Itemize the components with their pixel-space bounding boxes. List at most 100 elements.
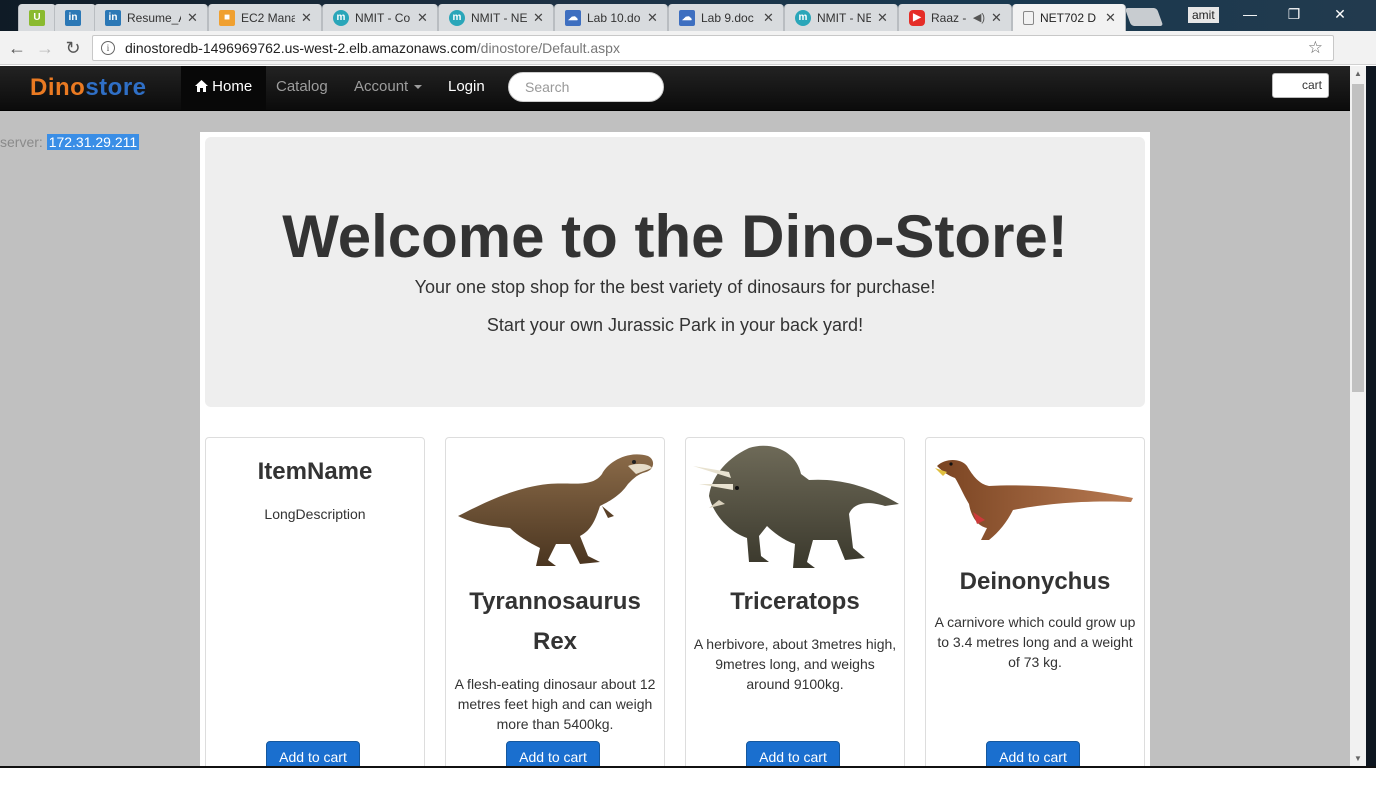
browser-tab-active[interactable]: NET702 D ✕ xyxy=(1012,4,1126,31)
product-card: ItemName LongDescription Add to cart xyxy=(205,437,425,766)
product-name: ItemName xyxy=(257,458,373,485)
jumbotron: Welcome to the Dino-Store! Your one stop… xyxy=(205,137,1145,407)
nav-home[interactable]: Home xyxy=(181,66,267,110)
caret-down-icon xyxy=(414,85,423,90)
window-close-icon[interactable]: ✕ xyxy=(1320,4,1360,26)
forward-arrow-icon[interactable]: → xyxy=(34,37,56,59)
profile-name[interactable]: amit xyxy=(1188,7,1219,23)
bottom-edge xyxy=(0,766,1376,788)
browser-toolbar: ← → ↻ i dinostoredb-1496969762.us-west-2… xyxy=(0,31,1376,88)
tab-title: Lab 10.do xyxy=(587,10,641,25)
upwork-icon: U xyxy=(29,9,45,26)
browser-tab[interactable]: ☁ Lab 10.do ✕ xyxy=(554,4,668,31)
deinonychus-image xyxy=(935,460,1133,540)
tagline: Your one stop shop for the best variety … xyxy=(414,277,936,297)
page-viewport: Dinostore Home Catalog Account Login car… xyxy=(0,66,1350,766)
brand-part-2: store xyxy=(85,74,147,101)
subtagline: Start your own Jurassic Park in your bac… xyxy=(486,315,864,335)
site-brand[interactable]: Dinostore xyxy=(30,74,147,102)
product-card: Deinonychus A carnivore which could grow… xyxy=(925,437,1145,766)
browser-tab[interactable]: U xyxy=(18,4,56,31)
browser-tab[interactable]: in Resume_A ✕ xyxy=(94,4,208,31)
close-icon[interactable]: ✕ xyxy=(1105,10,1117,26)
nav-account-dropdown[interactable]: Account xyxy=(340,66,436,110)
home-icon xyxy=(195,78,212,95)
tab-title: EC2 Mana xyxy=(241,10,295,25)
close-icon[interactable]: ✕ xyxy=(763,10,775,26)
youtube-icon: ▶ xyxy=(909,9,925,26)
url-host: dinostoredb-1496969762.us-west-2.elb.ama… xyxy=(125,40,477,56)
scroll-up-arrow-icon[interactable]: ▲ xyxy=(1350,69,1366,78)
close-icon[interactable]: ✕ xyxy=(187,10,199,26)
tab-title: NMIT - NE xyxy=(817,10,871,25)
browser-tab[interactable]: m NMIT - NE ✕ xyxy=(784,4,898,31)
tab-title: Resume_A xyxy=(127,10,181,25)
scroll-down-arrow-icon[interactable]: ▼ xyxy=(1350,754,1366,763)
product-card: Tyrannosaurus Rex A flesh-eating dinosau… xyxy=(445,437,665,766)
back-arrow-icon[interactable]: ← xyxy=(6,37,28,59)
page-title: Welcome to the Dino-Store! xyxy=(282,203,1068,270)
onedrive-icon: ☁ xyxy=(679,9,695,26)
onedrive-icon: ☁ xyxy=(565,9,581,26)
close-icon[interactable]: ✕ xyxy=(301,10,313,26)
product-description: A herbivore, about 3metres high, 9metres… xyxy=(693,636,897,692)
browser-tab-strip: U in in Resume_A ✕ ■ EC2 Mana ✕ m NMIT -… xyxy=(0,0,1376,31)
cart-button[interactable]: cart xyxy=(1272,73,1329,98)
server-label: server: xyxy=(0,134,47,150)
add-to-cart-button[interactable]: Add to cart xyxy=(986,741,1080,766)
server-info: server: 172.31.29.211 xyxy=(0,134,140,150)
close-icon[interactable]: ✕ xyxy=(877,10,889,26)
restore-icon[interactable]: ❐ xyxy=(1274,4,1314,26)
add-to-cart-button[interactable]: Add to cart xyxy=(266,741,360,766)
tab-title: Raaz - xyxy=(931,10,967,25)
address-bar[interactable]: i dinostoredb-1496969762.us-west-2.elb.a… xyxy=(92,35,1334,61)
tab-title: NMIT - Co xyxy=(355,10,411,25)
browser-tab[interactable]: m NMIT - NE ✕ xyxy=(438,4,554,31)
tyrannosaurus-image xyxy=(458,454,654,566)
info-icon[interactable]: i xyxy=(101,41,115,55)
nav-home-label: Home xyxy=(212,78,253,95)
new-tab-button[interactable] xyxy=(1124,8,1164,26)
bookmark-star-icon[interactable]: ☆ xyxy=(1308,38,1323,58)
close-icon[interactable]: ✕ xyxy=(417,10,429,26)
aws-icon: ■ xyxy=(219,9,235,26)
nav-account-label: Account xyxy=(354,78,409,95)
reload-icon[interactable]: ↻ xyxy=(62,37,84,59)
brand-part-1: Dino xyxy=(30,74,86,101)
page-scrollbar[interactable]: ▲ ▼ xyxy=(1350,66,1366,766)
nav-catalog[interactable]: Catalog xyxy=(262,66,342,110)
browser-tab[interactable]: ■ EC2 Mana ✕ xyxy=(208,4,322,31)
product-name: Deinonychus xyxy=(959,568,1111,595)
page-icon xyxy=(1023,10,1034,25)
product-description: A carnivore which could grow up to 3.4 m… xyxy=(934,614,1136,670)
desktop-background xyxy=(1366,66,1376,766)
browser-tab[interactable]: ▶ Raaz - ◀) ✕ xyxy=(898,4,1012,31)
tab-title: Lab 9.doc xyxy=(701,10,754,25)
main-container: Welcome to the Dino-Store! Your one stop… xyxy=(200,132,1150,766)
nmit-icon: m xyxy=(795,9,811,26)
close-icon[interactable]: ✕ xyxy=(533,10,545,26)
browser-tab[interactable]: ☁ Lab 9.doc ✕ xyxy=(668,4,784,31)
product-card: Triceratops A herbivore, about 3metres h… xyxy=(685,437,905,766)
search-input[interactable] xyxy=(508,72,664,102)
speaker-icon[interactable]: ◀) xyxy=(973,11,985,24)
browser-tab[interactable]: in xyxy=(54,4,96,31)
add-to-cart-button[interactable]: Add to cart xyxy=(746,741,840,766)
tab-title: NET702 D xyxy=(1040,10,1097,25)
close-icon[interactable]: ✕ xyxy=(991,10,1003,26)
scrollbar-thumb[interactable] xyxy=(1352,84,1364,392)
site-navbar: Dinostore Home Catalog Account Login car… xyxy=(0,66,1350,111)
product-name: Triceratops xyxy=(730,588,860,615)
nav-login[interactable]: Login xyxy=(434,66,499,110)
nmit-icon: m xyxy=(333,9,349,26)
linkedin-icon: in xyxy=(65,9,81,26)
triceratops-image xyxy=(693,445,899,568)
browser-tab[interactable]: m NMIT - Co ✕ xyxy=(322,4,438,31)
close-icon[interactable]: ✕ xyxy=(647,10,659,26)
product-name: Tyrannosaurus Rex xyxy=(469,588,641,655)
add-to-cart-button[interactable]: Add to cart xyxy=(506,741,600,766)
nmit-icon: m xyxy=(449,9,465,26)
minimize-icon[interactable]: — xyxy=(1230,4,1270,26)
server-ip: 172.31.29.211 xyxy=(46,134,140,150)
tab-title: NMIT - NE xyxy=(471,10,527,25)
